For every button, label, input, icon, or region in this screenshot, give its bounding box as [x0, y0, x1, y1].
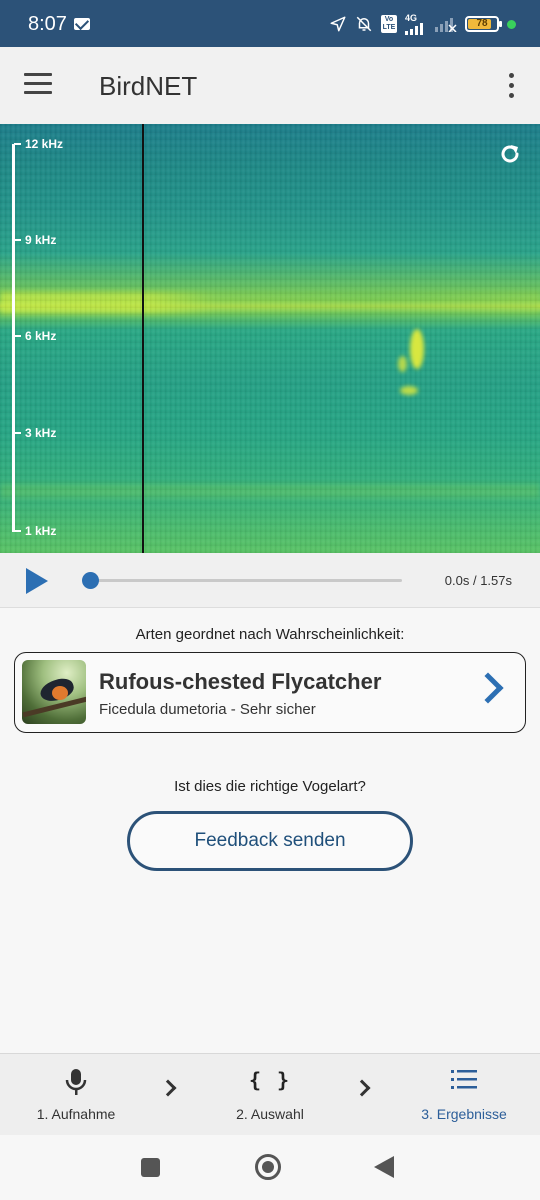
- refresh-icon[interactable]: [498, 142, 522, 166]
- audio-player: 0.0s / 1.57s: [0, 553, 540, 608]
- volte-icon: Vo LTE: [381, 15, 397, 33]
- nav-label: 3. Ergebnisse: [421, 1106, 507, 1122]
- list-icon: [451, 1070, 477, 1089]
- call-signal: [410, 329, 424, 369]
- nav-item-ergebnisse[interactable]: 3. Ergebnisse: [408, 1054, 520, 1136]
- nav-label: 2. Auswahl: [236, 1106, 304, 1122]
- nav-item-auswahl[interactable]: { } 2. Auswahl: [214, 1054, 326, 1136]
- network-type: 4G: [405, 12, 418, 23]
- chevron-right-icon: [353, 1079, 371, 1097]
- location-arrow-icon: [330, 16, 346, 32]
- home-icon[interactable]: [255, 1154, 281, 1180]
- signal-off-icon: [435, 18, 457, 32]
- bird-scientific-name: Ficedula dumetoria - Sehr sicher: [99, 701, 316, 718]
- status-time: 8:07: [28, 13, 67, 35]
- chevron-right-icon: [159, 1079, 177, 1097]
- freq-label-1khz: 1 kHz: [14, 524, 56, 538]
- results-panel: Arten geordnet nach Wahrscheinlichkeit: …: [0, 608, 540, 1053]
- battery-icon: 78: [465, 16, 502, 32]
- bird-common-name: Rufous-chested Flycatcher: [99, 669, 382, 694]
- microphone-icon: [65, 1069, 87, 1095]
- freq-label-3khz: 3 kHz: [14, 426, 56, 440]
- playback-time: 0.0s / 1.57s: [444, 573, 512, 588]
- status-icons: Vo LTE 4G 78: [329, 13, 516, 35]
- bell-off-icon: [356, 16, 372, 32]
- freq-label-12khz: 12 kHz: [14, 137, 63, 151]
- recents-icon[interactable]: [141, 1158, 160, 1177]
- dot-indicator: [507, 19, 516, 29]
- seek-track[interactable]: [90, 579, 402, 582]
- freq-label-6khz: 6 kHz: [14, 329, 56, 343]
- signal-bars-icon: [405, 22, 423, 35]
- more-vert-icon[interactable]: [508, 73, 516, 99]
- signal-icon: 4G: [405, 12, 427, 35]
- nav-label: 1. Aufnahme: [36, 1106, 116, 1122]
- play-icon[interactable]: [26, 568, 48, 594]
- bird-photo: [22, 660, 86, 724]
- mail-icon: [74, 18, 90, 30]
- sort-label: Arten geordnet nach Wahrscheinlichkeit:: [135, 626, 405, 643]
- system-navigation: [0, 1135, 540, 1200]
- braces-icon: { }: [248, 1068, 292, 1092]
- freq-label-9khz: 9 kHz: [14, 233, 56, 247]
- battery-level: 78: [476, 18, 488, 29]
- back-icon[interactable]: [374, 1156, 394, 1178]
- result-card[interactable]: Rufous-chested Flycatcher Ficedula dumet…: [14, 652, 526, 733]
- nav-item-aufnahme[interactable]: 1. Aufnahme: [20, 1054, 132, 1136]
- call-signal: [398, 356, 407, 372]
- feedback-button[interactable]: Feedback senden: [127, 811, 413, 871]
- seek-thumb[interactable]: [82, 572, 99, 589]
- spectrogram[interactable]: 12 kHz 9 kHz 6 kHz 3 kHz 1 kHz: [0, 124, 540, 553]
- playhead-line: [142, 124, 144, 553]
- app-bar: BirdNET: [0, 47, 540, 124]
- app-title: BirdNET: [99, 71, 198, 101]
- status-bar: 8:07 Vo LTE 4G 78: [0, 0, 540, 47]
- bottom-navigation: 1. Aufnahme { } 2. Auswahl 3. Ergebnisse: [0, 1053, 540, 1135]
- confirm-question: Ist dies die richtige Vogelart?: [174, 778, 366, 795]
- menu-icon[interactable]: [24, 73, 52, 95]
- call-signal: [400, 386, 418, 395]
- chevron-right-icon[interactable]: [472, 672, 504, 704]
